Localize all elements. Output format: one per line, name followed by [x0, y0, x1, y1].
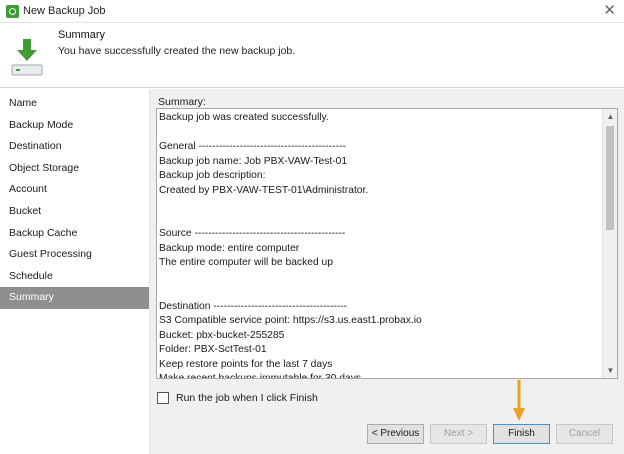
run-on-finish-checkbox[interactable] [157, 392, 169, 404]
title-bar: New Backup Job ✕ [0, 0, 624, 23]
wizard-steps-sidebar: Name Backup Mode Destination Object Stor… [0, 89, 150, 454]
run-on-finish-row[interactable]: Run the job when I click Finish [157, 391, 318, 405]
run-on-finish-label[interactable]: Run the job when I click Finish [176, 392, 318, 404]
window-title: New Backup Job [23, 5, 106, 17]
summary-text: Backup job was created successfully. Gen… [159, 112, 422, 379]
sidebar-item-summary[interactable]: Summary [0, 287, 149, 309]
cancel-button[interactable]: Cancel [556, 424, 613, 444]
scroll-up-icon[interactable]: ▲ [603, 109, 617, 124]
sidebar-item-bucket[interactable]: Bucket [0, 201, 149, 223]
sidebar-item-object-storage[interactable]: Object Storage [0, 158, 149, 180]
sidebar-item-backup-cache[interactable]: Backup Cache [0, 223, 149, 245]
sidebar-item-destination[interactable]: Destination [0, 136, 149, 158]
sidebar-item-account[interactable]: Account [0, 179, 149, 201]
wizard-header: Summary You have successfully created th… [0, 23, 624, 88]
page-title: Summary [58, 29, 106, 41]
finish-button[interactable]: Finish [493, 424, 550, 444]
next-button[interactable]: Next > [430, 424, 487, 444]
close-icon[interactable]: ✕ [603, 2, 616, 20]
app-icon [6, 5, 19, 18]
download-drive-icon [11, 39, 43, 76]
previous-button[interactable]: < Previous [367, 424, 424, 444]
summary-textbox[interactable]: Backup job was created successfully. Gen… [156, 108, 618, 379]
sidebar-item-name[interactable]: Name [0, 93, 149, 115]
scroll-down-icon[interactable]: ▼ [603, 363, 617, 378]
annotation-arrow-icon [513, 380, 525, 421]
scroll-thumb[interactable] [606, 126, 614, 230]
summary-scrollbar[interactable]: ▲ ▼ [602, 109, 617, 378]
page-description: You have successfully created the new ba… [58, 45, 296, 57]
sidebar-item-schedule[interactable]: Schedule [0, 266, 149, 288]
sidebar-item-guest-processing[interactable]: Guest Processing [0, 244, 149, 266]
summary-label: Summary: [158, 96, 206, 108]
main-panel: Summary: Backup job was created successf… [150, 89, 624, 454]
sidebar-item-backup-mode[interactable]: Backup Mode [0, 115, 149, 137]
